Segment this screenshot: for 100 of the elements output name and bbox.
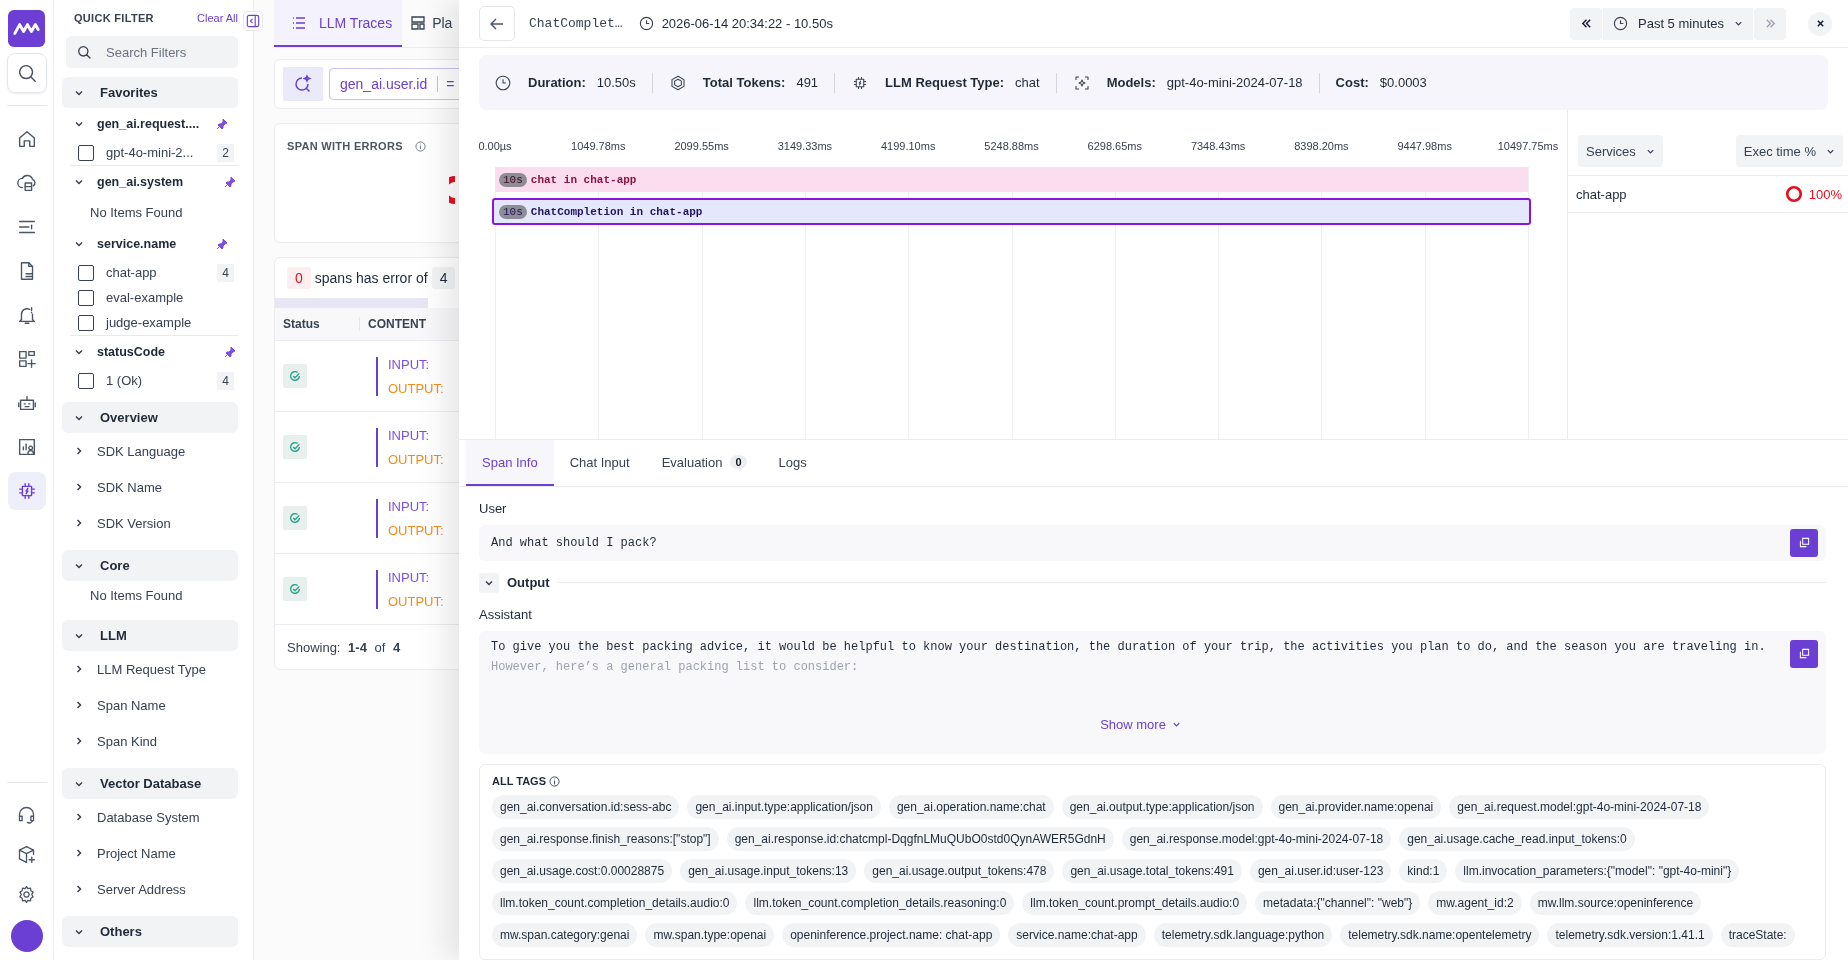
filter-item[interactable]: Span Kind (62, 723, 238, 759)
tag-chip: service.name:chat-app (1008, 923, 1146, 947)
chevron-icon (74, 177, 84, 187)
span-bar[interactable]: 10s ChatCompletion in chat-app (492, 198, 1531, 225)
sparkle-frame-icon (1072, 73, 1091, 92)
card-title: SPAN WITH ERRORS (287, 140, 403, 152)
list-icon (291, 14, 307, 31)
total-count-badge: 4 (431, 267, 456, 289)
filter-item[interactable]: SDK Language (62, 433, 238, 469)
page-tab[interactable]: Pla (402, 0, 453, 47)
pin-icon[interactable] (224, 346, 236, 358)
filter-item[interactable]: service.name (62, 228, 230, 260)
span-name: ChatCompletion in chat-app (530, 205, 703, 218)
error-count-badge: 0 (287, 267, 311, 289)
details-tab[interactable]: Chat Input (553, 440, 646, 486)
filter-item[interactable]: Project Name (62, 835, 238, 871)
tag-chip: mw.span.type:openai (645, 923, 775, 947)
clock-icon (1613, 16, 1628, 31)
chevron-icon (74, 119, 84, 129)
section-title: Output (507, 575, 550, 591)
chevron-icon (74, 664, 84, 674)
back-button[interactable] (479, 6, 515, 41)
chevron-icon (74, 884, 84, 894)
tag-chip: gen_ai.response.model:gpt-4o-mini-2024-07-18 (1121, 827, 1392, 851)
time-tick-label: 0.00µs (478, 140, 512, 152)
filter-item[interactable]: Span Name (62, 687, 238, 723)
tag-chip: llm.token_count.completion_details.audio:0 (492, 891, 738, 915)
checkbox[interactable] (78, 372, 94, 389)
filter-group-header[interactable]: LLM (62, 620, 238, 651)
group-by-dropdown[interactable]: Services (1578, 135, 1663, 167)
tag-chip: mw.agent_id:2 (1428, 891, 1522, 915)
tag-chip: gen_ai.response.id:chatcmpl-DqgfnLMuQUbO0std0QynAWER5GdnH (726, 827, 1114, 851)
details-tab[interactable]: Span Info (466, 440, 554, 486)
copy-icon (1798, 648, 1810, 660)
output-label: OUTPUT: (388, 451, 444, 467)
collapse-panel-button[interactable] (243, 11, 263, 31)
sort-dropdown[interactable]: Exec time % (1735, 135, 1843, 167)
filter-group-header[interactable]: Core (62, 550, 238, 581)
previous-range-button[interactable] (1570, 7, 1602, 40)
details-tab[interactable]: Evaluation 0 (645, 440, 763, 486)
checkbox[interactable] (78, 314, 94, 331)
pin-icon[interactable] (224, 176, 236, 188)
summary-value: gpt-4o-mini-2024-07-18 (1166, 75, 1303, 90)
option-label: eval-example (106, 290, 185, 305)
role-label: User (479, 501, 508, 516)
checkbox[interactable] (78, 144, 94, 161)
search-field[interactable]: Search Filters (66, 36, 238, 68)
tag-chip: telemetry.sdk.language:python (1153, 923, 1333, 947)
filter-group-header[interactable]: Favorites (62, 77, 238, 108)
pin-icon[interactable] (216, 118, 228, 130)
checkbox[interactable] (78, 264, 94, 281)
tag-chip: gen_ai.usage.output_tokens:478 (864, 859, 1055, 883)
time-range-dropdown[interactable]: Past 5 minutes (1603, 7, 1753, 40)
input-label: INPUT: (388, 569, 431, 585)
filter-group-header[interactable]: Others (62, 916, 238, 947)
chip-nav-button[interactable] (7, 472, 46, 510)
filter-item[interactable]: SDK Version (62, 505, 238, 541)
summary-label: Total Tokens: (702, 75, 786, 90)
show-more-link[interactable]: Show more (1100, 716, 1181, 732)
span-name: chat in chat-app (530, 173, 637, 186)
logo-icon[interactable] (8, 10, 45, 47)
time-tick-label: 4199.10ms (880, 140, 936, 152)
clock-icon (638, 16, 654, 31)
panel-title: QUICK FILTER (74, 12, 154, 24)
tag-chip: gen_ai.usage.cache_read.input_tokens:0 (1399, 827, 1635, 851)
close-button[interactable] (1808, 11, 1832, 36)
info-icon (549, 775, 560, 787)
checkbox[interactable] (78, 289, 94, 306)
pin-icon[interactable] (216, 238, 228, 250)
search-nav-button[interactable] (6, 53, 47, 93)
filter-item[interactable]: gen_ai.request.... (62, 108, 230, 140)
collapse-toggle[interactable] (479, 572, 499, 593)
chevron-icon (74, 482, 84, 492)
avatar-icon[interactable] (10, 920, 43, 952)
tag-chip: gen_ai.request.model:gpt-4o-mini-2024-07-18 (1449, 795, 1710, 819)
time-tick-label: 7348.43ms (1190, 140, 1246, 152)
tag-chip: gen_ai.usage.input_tokens:13 (680, 859, 857, 883)
filter-group-header[interactable]: Vector Database (62, 768, 238, 799)
count-badge: 4 (217, 263, 234, 282)
role-label: Assistant (479, 606, 533, 622)
tag-chip: openinference.project.name: chat-app (782, 923, 1001, 947)
copy-button[interactable] (1790, 528, 1818, 557)
output-label: OUTPUT: (388, 522, 444, 538)
filter-item[interactable]: gen_ai.system (62, 166, 238, 198)
filter-item[interactable]: statusCode (62, 336, 238, 368)
details-tab[interactable]: Logs (762, 440, 823, 486)
filter-item[interactable]: SDK Name (62, 469, 238, 505)
tag-chip: mw.span.category:genai (492, 923, 638, 947)
filter-item[interactable]: Database System (62, 799, 238, 835)
layout-icon (410, 14, 427, 31)
copy-icon (1798, 537, 1810, 549)
filter-group-header[interactable]: Overview (62, 402, 238, 433)
span-bar[interactable]: 10s chat in chat-app (495, 167, 1528, 192)
filter-item[interactable]: Server Address (62, 871, 238, 907)
clear-all-link[interactable]: Clear All (197, 12, 238, 24)
page-tab[interactable]: LLM Traces (274, 0, 403, 47)
copy-button[interactable] (1790, 639, 1818, 668)
option-label: judge-example (106, 315, 193, 330)
filter-item[interactable]: LLM Request Type (62, 651, 238, 687)
ai-search-button[interactable] (283, 67, 323, 101)
